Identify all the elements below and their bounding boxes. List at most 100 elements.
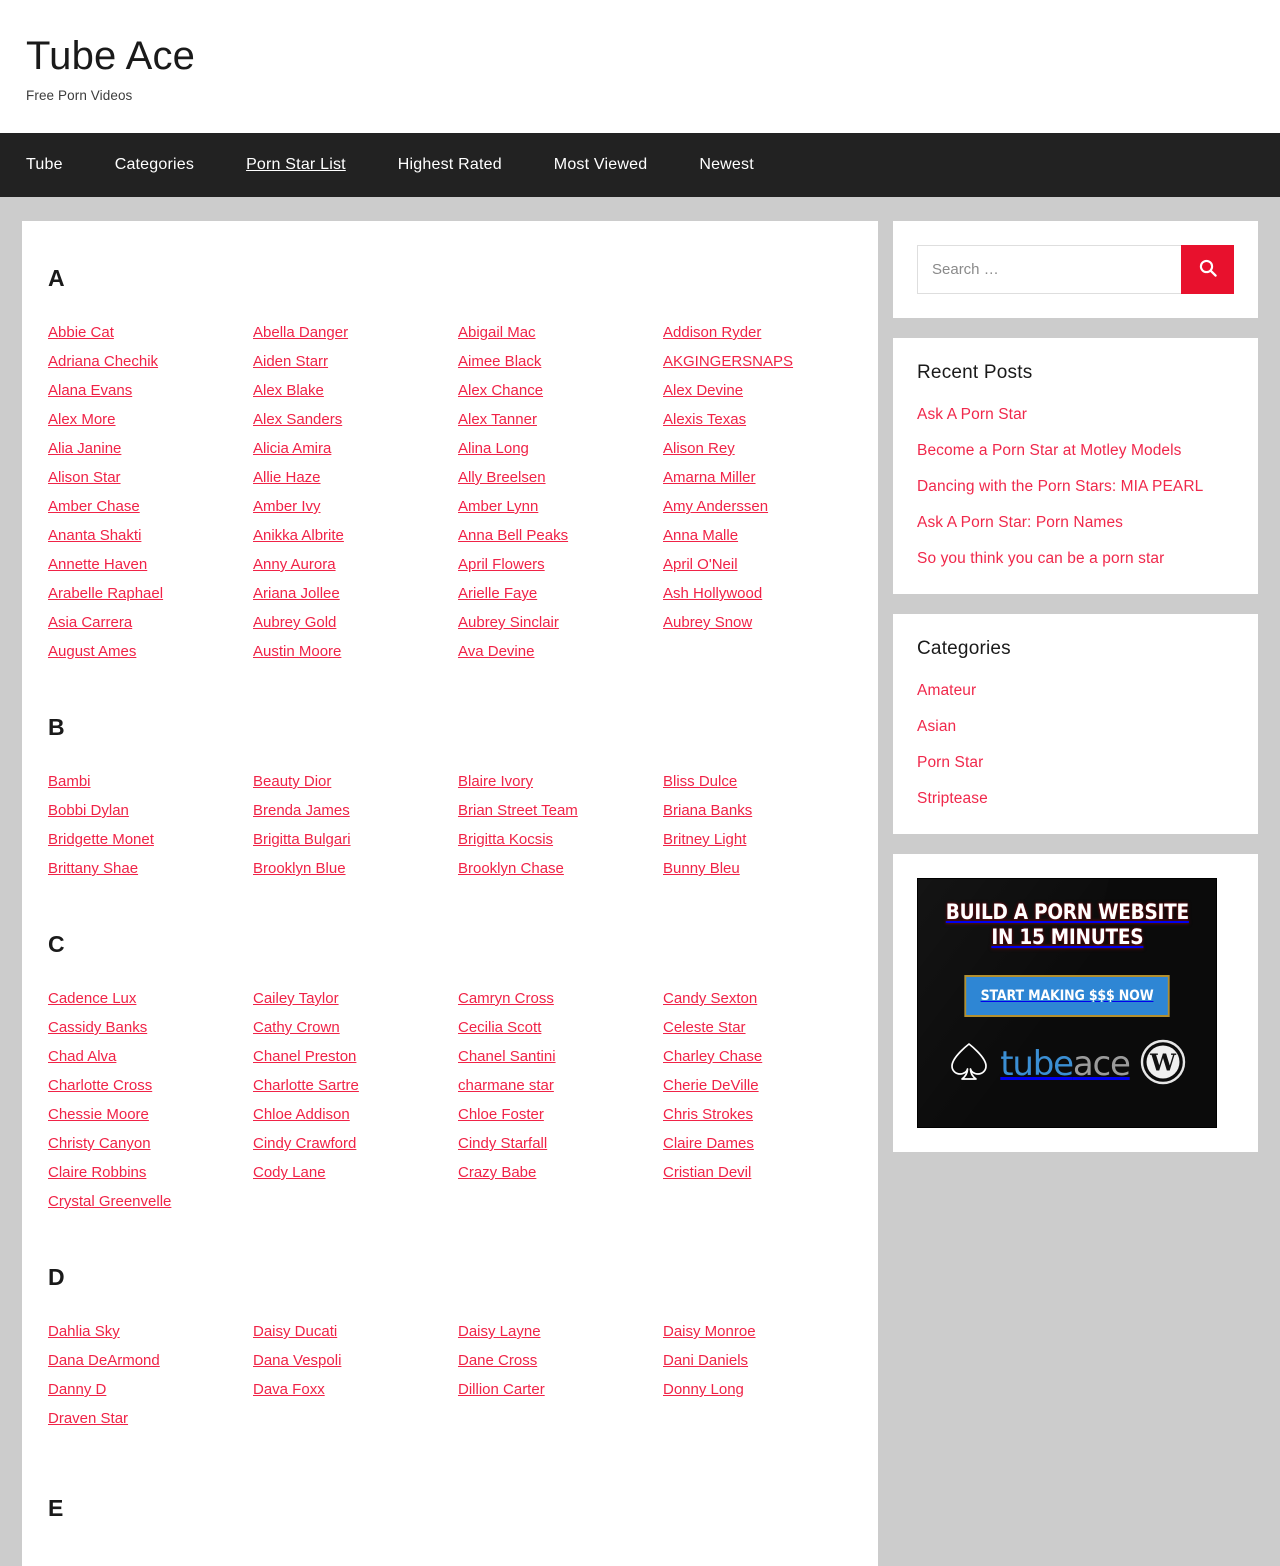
porn-star-link[interactable]: Chloe Addison — [253, 1100, 350, 1129]
porn-star-link[interactable]: Claire Robbins — [48, 1158, 146, 1187]
porn-star-link[interactable]: Annette Haven — [48, 550, 147, 579]
porn-star-link[interactable]: Cristian Devil — [663, 1158, 751, 1187]
porn-star-link[interactable]: Adriana Chechik — [48, 347, 158, 376]
porn-star-link[interactable]: Dahlia Sky — [48, 1317, 120, 1346]
nav-item-most-viewed[interactable]: Most Viewed — [554, 156, 648, 174]
porn-star-link[interactable]: Alicia Amira — [253, 434, 331, 463]
porn-star-link[interactable]: Cody Lane — [253, 1158, 326, 1187]
porn-star-link[interactable]: Donny Long — [663, 1375, 744, 1404]
category-link-striptease[interactable]: Striptease — [917, 790, 988, 807]
porn-star-link[interactable]: Ash Hollywood — [663, 579, 762, 608]
porn-star-link[interactable]: Bunny Bleu — [663, 854, 740, 883]
porn-star-link[interactable]: Chad Alva — [48, 1042, 116, 1071]
ad-cta-button[interactable]: START MAKING $$$ NOW — [964, 974, 1170, 1017]
porn-star-link[interactable]: Cindy Crawford — [253, 1129, 356, 1158]
porn-star-link[interactable]: Cherie DeVille — [663, 1071, 759, 1100]
porn-star-link[interactable]: Alana Evans — [48, 376, 132, 405]
porn-star-link[interactable]: Brigitta Bulgari — [253, 825, 351, 854]
porn-star-link[interactable]: Bridgette Monet — [48, 825, 154, 854]
porn-star-link[interactable]: Charlotte Sartre — [253, 1071, 359, 1100]
porn-star-link[interactable]: Chessie Moore — [48, 1100, 149, 1129]
porn-star-link[interactable]: AKGINGERSNAPS — [663, 347, 793, 376]
porn-star-link[interactable]: August Ames — [48, 637, 136, 666]
porn-star-link[interactable]: Crystal Greenvelle — [48, 1187, 171, 1216]
porn-star-link[interactable]: Celeste Star — [663, 1013, 746, 1042]
porn-star-link[interactable]: Anny Aurora — [253, 550, 336, 579]
porn-star-link[interactable]: Dillion Carter — [458, 1375, 545, 1404]
porn-star-link[interactable]: Cadence Lux — [48, 984, 136, 1013]
porn-star-link[interactable]: Austin Moore — [253, 637, 341, 666]
nav-item-categories[interactable]: Categories — [115, 156, 194, 174]
recent-post-link[interactable]: Ask A Porn Star — [917, 406, 1027, 423]
porn-star-link[interactable]: Asia Carrera — [48, 608, 132, 637]
porn-star-link[interactable]: Amy Anderssen — [663, 492, 768, 521]
porn-star-link[interactable]: Arabelle Raphael — [48, 579, 163, 608]
porn-star-link[interactable]: Briana Banks — [663, 796, 752, 825]
porn-star-link[interactable]: Crazy Babe — [458, 1158, 536, 1187]
porn-star-link[interactable]: Claire Dames — [663, 1129, 754, 1158]
porn-star-link[interactable]: Alison Star — [48, 463, 121, 492]
porn-star-link[interactable]: Blaire Ivory — [458, 767, 533, 796]
porn-star-link[interactable]: Alex Sanders — [253, 405, 342, 434]
nav-item-highest-rated[interactable]: Highest Rated — [398, 156, 502, 174]
recent-post-link[interactable]: Ask A Porn Star: Porn Names — [917, 514, 1123, 531]
porn-star-link[interactable]: Brooklyn Chase — [458, 854, 564, 883]
porn-star-link[interactable]: Brooklyn Blue — [253, 854, 346, 883]
porn-star-link[interactable]: Daisy Monroe — [663, 1317, 756, 1346]
porn-star-link[interactable]: Chloe Foster — [458, 1100, 544, 1129]
porn-star-link[interactable]: Alex Tanner — [458, 405, 537, 434]
porn-star-link[interactable]: Alex More — [48, 405, 116, 434]
porn-star-link[interactable]: Abella Danger — [253, 318, 348, 347]
porn-star-link[interactable]: Abigail Mac — [458, 318, 536, 347]
porn-star-link[interactable]: Aimee Black — [458, 347, 541, 376]
porn-star-link[interactable]: Alexis Texas — [663, 405, 746, 434]
nav-item-porn-star-list[interactable]: Porn Star List — [246, 156, 346, 174]
porn-star-link[interactable]: Daisy Ducati — [253, 1317, 337, 1346]
porn-star-link[interactable]: Cassidy Banks — [48, 1013, 147, 1042]
porn-star-link[interactable]: Danny D — [48, 1375, 106, 1404]
porn-star-link[interactable]: Ally Breelsen — [458, 463, 546, 492]
recent-post-link[interactable]: So you think you can be a porn star — [917, 550, 1164, 567]
porn-star-link[interactable]: Dana DeArmond — [48, 1346, 160, 1375]
porn-star-link[interactable]: April Flowers — [458, 550, 545, 579]
porn-star-link[interactable]: Daisy Layne — [458, 1317, 541, 1346]
porn-star-link[interactable]: Aubrey Snow — [663, 608, 752, 637]
porn-star-link[interactable]: Bambi — [48, 767, 91, 796]
porn-star-link[interactable]: Cathy Crown — [253, 1013, 340, 1042]
porn-star-link[interactable]: Brian Street Team — [458, 796, 578, 825]
porn-star-link[interactable]: Christy Canyon — [48, 1129, 151, 1158]
porn-star-link[interactable]: Anna Bell Peaks — [458, 521, 568, 550]
porn-star-link[interactable]: Chanel Preston — [253, 1042, 356, 1071]
porn-star-link[interactable]: Allie Haze — [253, 463, 321, 492]
porn-star-link[interactable]: Chris Strokes — [663, 1100, 753, 1129]
porn-star-link[interactable]: Brittany Shae — [48, 854, 138, 883]
category-link-porn-star[interactable]: Porn Star — [917, 754, 983, 771]
porn-star-link[interactable]: Aubrey Sinclair — [458, 608, 559, 637]
recent-post-link[interactable]: Become a Porn Star at Motley Models — [917, 442, 1182, 459]
porn-star-link[interactable]: Anikka Albrite — [253, 521, 344, 550]
porn-star-link[interactable]: April O'Neil — [663, 550, 738, 579]
porn-star-link[interactable]: Brigitta Kocsis — [458, 825, 553, 854]
porn-star-link[interactable]: charmane star — [458, 1071, 554, 1100]
porn-star-link[interactable]: Bobbi Dylan — [48, 796, 129, 825]
nav-item-newest[interactable]: Newest — [699, 156, 754, 174]
search-submit-button[interactable] — [1181, 245, 1234, 294]
porn-star-link[interactable]: Amarna Miller — [663, 463, 756, 492]
category-link-amateur[interactable]: Amateur — [917, 682, 976, 699]
porn-star-link[interactable]: Camryn Cross — [458, 984, 554, 1013]
porn-star-link[interactable]: Cailey Taylor — [253, 984, 339, 1013]
category-link-asian[interactable]: Asian — [917, 718, 956, 735]
porn-star-link[interactable]: Aiden Starr — [253, 347, 328, 376]
porn-star-link[interactable]: Dani Daniels — [663, 1346, 748, 1375]
porn-star-link[interactable]: Aubrey Gold — [253, 608, 336, 637]
porn-star-link[interactable]: Charley Chase — [663, 1042, 762, 1071]
porn-star-link[interactable]: Cecilia Scott — [458, 1013, 541, 1042]
porn-star-link[interactable]: Charlotte Cross — [48, 1071, 152, 1100]
porn-star-link[interactable]: Chanel Santini — [458, 1042, 556, 1071]
porn-star-link[interactable]: Ariana Jollee — [253, 579, 340, 608]
porn-star-link[interactable]: Brenda James — [253, 796, 350, 825]
porn-star-link[interactable]: Beauty Dior — [253, 767, 331, 796]
porn-star-link[interactable]: Alina Long — [458, 434, 529, 463]
ad-banner[interactable]: BUILD A PORN WEBSITE IN 15 MINUTES START… — [917, 878, 1217, 1128]
search-input[interactable] — [917, 245, 1181, 294]
